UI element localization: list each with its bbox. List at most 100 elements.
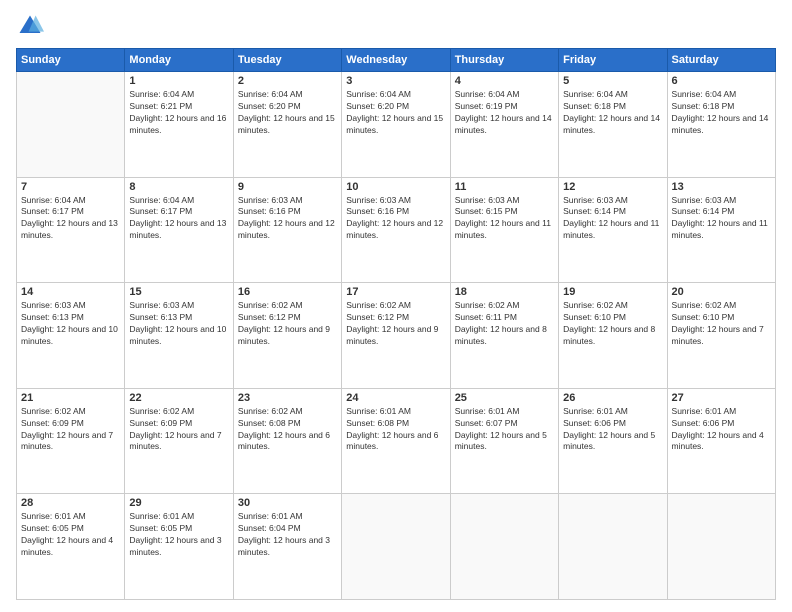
day-number: 13 <box>672 181 771 193</box>
calendar-week-4: 21 Sunrise: 6:02 AM Sunset: 6:09 PM Dayl… <box>17 388 776 494</box>
weekday-header-wednesday: Wednesday <box>342 49 450 72</box>
day-info: Sunrise: 6:01 AM Sunset: 6:05 PM Dayligh… <box>129 511 228 559</box>
calendar-cell: 16 Sunrise: 6:02 AM Sunset: 6:12 PM Dayl… <box>233 283 341 389</box>
day-info: Sunrise: 6:01 AM Sunset: 6:04 PM Dayligh… <box>238 511 337 559</box>
day-info: Sunrise: 6:01 AM Sunset: 6:06 PM Dayligh… <box>563 406 662 454</box>
calendar-cell: 7 Sunrise: 6:04 AM Sunset: 6:17 PM Dayli… <box>17 177 125 283</box>
weekday-header-monday: Monday <box>125 49 233 72</box>
calendar-cell: 10 Sunrise: 6:03 AM Sunset: 6:16 PM Dayl… <box>342 177 450 283</box>
calendar-body: 1 Sunrise: 6:04 AM Sunset: 6:21 PM Dayli… <box>17 72 776 600</box>
day-number: 30 <box>238 497 337 509</box>
logo-icon <box>16 12 44 40</box>
calendar-cell: 25 Sunrise: 6:01 AM Sunset: 6:07 PM Dayl… <box>450 388 558 494</box>
calendar-cell: 6 Sunrise: 6:04 AM Sunset: 6:18 PM Dayli… <box>667 72 775 178</box>
day-info: Sunrise: 6:04 AM Sunset: 6:17 PM Dayligh… <box>129 195 228 243</box>
calendar-cell: 1 Sunrise: 6:04 AM Sunset: 6:21 PM Dayli… <box>125 72 233 178</box>
day-info: Sunrise: 6:01 AM Sunset: 6:08 PM Dayligh… <box>346 406 445 454</box>
calendar-week-5: 28 Sunrise: 6:01 AM Sunset: 6:05 PM Dayl… <box>17 494 776 600</box>
weekday-header-row: SundayMondayTuesdayWednesdayThursdayFrid… <box>17 49 776 72</box>
day-number: 28 <box>21 497 120 509</box>
day-info: Sunrise: 6:03 AM Sunset: 6:13 PM Dayligh… <box>129 300 228 348</box>
day-info: Sunrise: 6:03 AM Sunset: 6:16 PM Dayligh… <box>238 195 337 243</box>
day-info: Sunrise: 6:02 AM Sunset: 6:09 PM Dayligh… <box>21 406 120 454</box>
day-number: 27 <box>672 392 771 404</box>
calendar-cell: 12 Sunrise: 6:03 AM Sunset: 6:14 PM Dayl… <box>559 177 667 283</box>
calendar-cell: 21 Sunrise: 6:02 AM Sunset: 6:09 PM Dayl… <box>17 388 125 494</box>
day-number: 12 <box>563 181 662 193</box>
calendar-cell: 30 Sunrise: 6:01 AM Sunset: 6:04 PM Dayl… <box>233 494 341 600</box>
calendar-cell: 29 Sunrise: 6:01 AM Sunset: 6:05 PM Dayl… <box>125 494 233 600</box>
day-info: Sunrise: 6:04 AM Sunset: 6:18 PM Dayligh… <box>563 89 662 137</box>
day-info: Sunrise: 6:04 AM Sunset: 6:18 PM Dayligh… <box>672 89 771 137</box>
calendar-cell: 22 Sunrise: 6:02 AM Sunset: 6:09 PM Dayl… <box>125 388 233 494</box>
day-number: 4 <box>455 75 554 87</box>
calendar-cell: 19 Sunrise: 6:02 AM Sunset: 6:10 PM Dayl… <box>559 283 667 389</box>
day-info: Sunrise: 6:03 AM Sunset: 6:15 PM Dayligh… <box>455 195 554 243</box>
calendar: SundayMondayTuesdayWednesdayThursdayFrid… <box>16 48 776 600</box>
day-number: 15 <box>129 286 228 298</box>
weekday-header-tuesday: Tuesday <box>233 49 341 72</box>
calendar-cell: 11 Sunrise: 6:03 AM Sunset: 6:15 PM Dayl… <box>450 177 558 283</box>
calendar-cell: 17 Sunrise: 6:02 AM Sunset: 6:12 PM Dayl… <box>342 283 450 389</box>
calendar-cell: 15 Sunrise: 6:03 AM Sunset: 6:13 PM Dayl… <box>125 283 233 389</box>
calendar-cell: 9 Sunrise: 6:03 AM Sunset: 6:16 PM Dayli… <box>233 177 341 283</box>
header <box>16 12 776 40</box>
calendar-week-3: 14 Sunrise: 6:03 AM Sunset: 6:13 PM Dayl… <box>17 283 776 389</box>
day-number: 10 <box>346 181 445 193</box>
calendar-cell <box>559 494 667 600</box>
day-number: 1 <box>129 75 228 87</box>
calendar-cell: 3 Sunrise: 6:04 AM Sunset: 6:20 PM Dayli… <box>342 72 450 178</box>
day-info: Sunrise: 6:02 AM Sunset: 6:09 PM Dayligh… <box>129 406 228 454</box>
calendar-cell: 5 Sunrise: 6:04 AM Sunset: 6:18 PM Dayli… <box>559 72 667 178</box>
day-number: 5 <box>563 75 662 87</box>
day-info: Sunrise: 6:01 AM Sunset: 6:07 PM Dayligh… <box>455 406 554 454</box>
day-info: Sunrise: 6:03 AM Sunset: 6:13 PM Dayligh… <box>21 300 120 348</box>
day-info: Sunrise: 6:04 AM Sunset: 6:20 PM Dayligh… <box>346 89 445 137</box>
day-number: 22 <box>129 392 228 404</box>
logo <box>16 12 48 40</box>
day-number: 16 <box>238 286 337 298</box>
day-info: Sunrise: 6:02 AM Sunset: 6:10 PM Dayligh… <box>563 300 662 348</box>
day-number: 18 <box>455 286 554 298</box>
day-number: 19 <box>563 286 662 298</box>
calendar-week-1: 1 Sunrise: 6:04 AM Sunset: 6:21 PM Dayli… <box>17 72 776 178</box>
calendar-cell: 2 Sunrise: 6:04 AM Sunset: 6:20 PM Dayli… <box>233 72 341 178</box>
day-info: Sunrise: 6:04 AM Sunset: 6:19 PM Dayligh… <box>455 89 554 137</box>
day-info: Sunrise: 6:03 AM Sunset: 6:14 PM Dayligh… <box>672 195 771 243</box>
weekday-header-saturday: Saturday <box>667 49 775 72</box>
day-info: Sunrise: 6:01 AM Sunset: 6:05 PM Dayligh… <box>21 511 120 559</box>
page: SundayMondayTuesdayWednesdayThursdayFrid… <box>0 0 792 612</box>
weekday-header-sunday: Sunday <box>17 49 125 72</box>
day-info: Sunrise: 6:02 AM Sunset: 6:12 PM Dayligh… <box>346 300 445 348</box>
day-number: 23 <box>238 392 337 404</box>
calendar-header: SundayMondayTuesdayWednesdayThursdayFrid… <box>17 49 776 72</box>
calendar-cell <box>342 494 450 600</box>
day-info: Sunrise: 6:03 AM Sunset: 6:16 PM Dayligh… <box>346 195 445 243</box>
calendar-cell <box>667 494 775 600</box>
day-info: Sunrise: 6:04 AM Sunset: 6:17 PM Dayligh… <box>21 195 120 243</box>
calendar-cell: 26 Sunrise: 6:01 AM Sunset: 6:06 PM Dayl… <box>559 388 667 494</box>
day-info: Sunrise: 6:01 AM Sunset: 6:06 PM Dayligh… <box>672 406 771 454</box>
calendar-cell: 18 Sunrise: 6:02 AM Sunset: 6:11 PM Dayl… <box>450 283 558 389</box>
calendar-cell <box>450 494 558 600</box>
day-number: 17 <box>346 286 445 298</box>
day-number: 7 <box>21 181 120 193</box>
day-number: 29 <box>129 497 228 509</box>
day-number: 11 <box>455 181 554 193</box>
day-number: 20 <box>672 286 771 298</box>
day-number: 24 <box>346 392 445 404</box>
calendar-cell: 28 Sunrise: 6:01 AM Sunset: 6:05 PM Dayl… <box>17 494 125 600</box>
day-number: 26 <box>563 392 662 404</box>
calendar-cell <box>17 72 125 178</box>
calendar-cell: 24 Sunrise: 6:01 AM Sunset: 6:08 PM Dayl… <box>342 388 450 494</box>
calendar-cell: 14 Sunrise: 6:03 AM Sunset: 6:13 PM Dayl… <box>17 283 125 389</box>
day-number: 25 <box>455 392 554 404</box>
day-number: 14 <box>21 286 120 298</box>
calendar-cell: 23 Sunrise: 6:02 AM Sunset: 6:08 PM Dayl… <box>233 388 341 494</box>
day-info: Sunrise: 6:03 AM Sunset: 6:14 PM Dayligh… <box>563 195 662 243</box>
calendar-cell: 4 Sunrise: 6:04 AM Sunset: 6:19 PM Dayli… <box>450 72 558 178</box>
calendar-week-2: 7 Sunrise: 6:04 AM Sunset: 6:17 PM Dayli… <box>17 177 776 283</box>
day-info: Sunrise: 6:02 AM Sunset: 6:10 PM Dayligh… <box>672 300 771 348</box>
calendar-cell: 13 Sunrise: 6:03 AM Sunset: 6:14 PM Dayl… <box>667 177 775 283</box>
day-number: 8 <box>129 181 228 193</box>
